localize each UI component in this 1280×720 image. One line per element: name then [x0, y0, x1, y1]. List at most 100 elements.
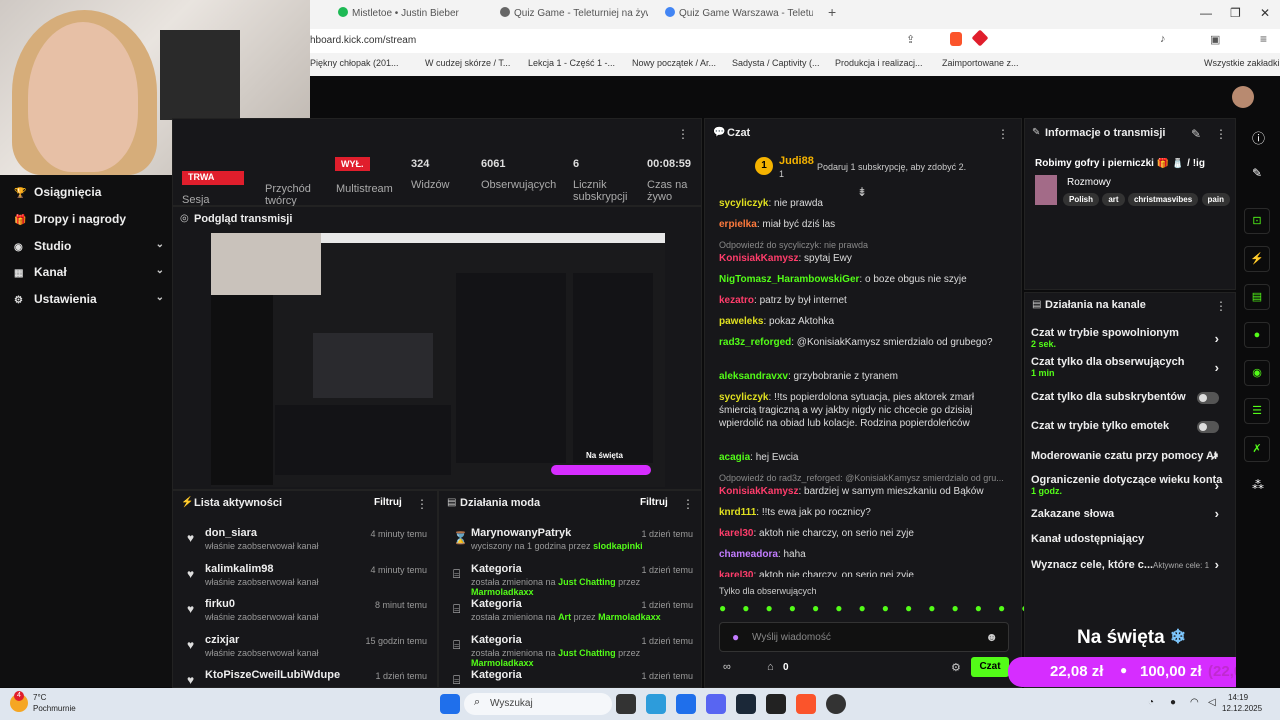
account-age-row[interactable]: Ograniczenie dotyczące wieku konta 1 godz… [1031, 474, 1225, 496]
chat-username[interactable]: NigTomasz_HarambowskiGer [719, 274, 859, 285]
menu-icon[interactable]: ≡ [1260, 32, 1267, 46]
sidebar-item-drops[interactable]: 🎁 Dropy i nagrody [14, 212, 126, 226]
chat-input[interactable]: ● Wyślij wiadomość ☻ [719, 622, 1009, 652]
slow-mode-row[interactable]: Czat w trybie spowolnionym 2 sek. › [1031, 327, 1225, 349]
share-icon[interactable]: ⇪ [906, 33, 915, 46]
network-icon[interactable]: ◔ [1148, 697, 1154, 708]
lightning-icon[interactable]: ⚡ [1244, 246, 1270, 272]
chat-username[interactable]: chameadora [719, 549, 778, 560]
chat-username[interactable]: KonisiakKamysz [719, 486, 798, 497]
edit-icon[interactable]: ✎ [1252, 166, 1262, 180]
broadcast-icon[interactable]: ◉ [1244, 360, 1270, 386]
new-tab-button[interactable]: + [828, 4, 842, 20]
app-icon[interactable] [766, 694, 786, 714]
emote-bar[interactable]: ●●●●●●●●●●●●●● [719, 601, 1028, 619]
browser-tab[interactable]: Quiz Game - Teleturniej na żywo! [500, 7, 648, 19]
tag[interactable]: christmasvibes [1127, 193, 1199, 206]
brave-shield-icon[interactable] [950, 32, 962, 46]
chat-username[interactable]: paweleks [719, 316, 763, 327]
apps-icon[interactable]: ⁂ [1252, 478, 1264, 492]
reply-context[interactable]: Odpowiedź do sycyliczyk: nie prawda [719, 239, 1011, 252]
bookmark-folder[interactable]: Zaimportowane z... [942, 58, 1019, 68]
mic-tray-icon[interactable]: ● [1170, 697, 1176, 708]
chat-username[interactable]: rad3z_reforged [719, 337, 791, 348]
browser-tab[interactable]: Quiz Game Warszawa - Teleturniej na [665, 7, 813, 19]
browser-tab[interactable]: Mistletoe • Justin Bieber [338, 7, 486, 19]
chat-username[interactable]: karel30 [719, 528, 753, 539]
volume-icon[interactable]: ◁ [1208, 697, 1216, 708]
store-icon[interactable] [676, 694, 696, 714]
bookmark[interactable]: Sadysta / Captivity (... [732, 58, 820, 68]
subscribers-only-row[interactable]: Czat tylko dla subskrybentów [1031, 391, 1225, 404]
all-bookmarks[interactable]: Wszystkie zakładki [1204, 58, 1280, 68]
sidebar-item-channel[interactable]: ▦ Kanał ⌄ [14, 265, 164, 279]
task-view-icon[interactable] [616, 694, 636, 714]
more-icon[interactable]: ⋮ [1215, 299, 1227, 313]
windows-start-icon[interactable] [440, 694, 460, 714]
bookmark[interactable]: Piękny chłopak (201... [310, 58, 399, 68]
tag[interactable]: art [1102, 193, 1125, 206]
minimize-button[interactable]: — [1200, 6, 1212, 20]
avatar[interactable] [1232, 86, 1254, 108]
banned-words-row[interactable]: Zakazane słowa › [1031, 506, 1225, 521]
chat-username[interactable]: aleksandravxv [719, 371, 788, 382]
host-channel-row[interactable]: Kanał udostępniający [1031, 533, 1225, 545]
preview-video[interactable]: Na święta [211, 233, 665, 487]
chat-settings-icon[interactable]: ⚙ [951, 661, 961, 674]
more-icon[interactable]: ⋮ [416, 497, 428, 511]
activity-filter-button[interactable]: Filtruj [374, 497, 402, 508]
bookmark[interactable]: Nowy początek / Ar... [632, 58, 716, 68]
chat-username[interactable]: kezatro [719, 295, 754, 306]
address-bar[interactable]: hboard.kick.com/stream ⇪ ♪ ▣ ≡ [310, 29, 1280, 53]
gift-prompt[interactable]: Podaruj 1 subskrypcję, aby zdobyć 2. [817, 162, 966, 172]
subscribers-only-toggle[interactable] [1197, 392, 1219, 404]
info-icon[interactable]: ⓘ [1252, 128, 1265, 147]
taskbar-search[interactable]: ⌕ Wyszukaj [464, 693, 612, 715]
sidebar-item-achievements[interactable]: 🏆 Osiągnięcia [14, 185, 101, 199]
chat-username[interactable]: knrd111 [719, 507, 756, 518]
bookmark[interactable]: W cudzej skórze / T... [425, 58, 510, 68]
category-name[interactable]: Rozmowy [1067, 177, 1111, 188]
followers-only-row[interactable]: Czat tylko dla obserwujących 1 min › [1031, 356, 1225, 378]
brave-icon[interactable] [796, 694, 816, 714]
chat-bubble-icon[interactable]: ● [1244, 322, 1270, 348]
chat-username[interactable]: sycyliczyk [719, 198, 769, 209]
top-gifter-name[interactable]: Judi88 [779, 155, 814, 167]
edit-icon[interactable]: ✎ [1191, 127, 1201, 141]
chat-username[interactable]: karel30 [719, 570, 753, 577]
chat-username[interactable]: acagia [719, 452, 750, 463]
bookmark[interactable]: Lekcja 1 - Część 1 -... [528, 58, 615, 68]
layout-icon[interactable]: ☰ [1244, 398, 1270, 424]
more-icon[interactable]: ⋮ [1215, 127, 1227, 141]
goals-row[interactable]: Wyznacz cele, które c... Aktywne cele: 1 › [1031, 557, 1225, 572]
sidebar-item-settings[interactable]: ⚙ Ustawienia ⌄ [14, 292, 164, 306]
ai-moderation-row[interactable]: Moderowanie czatu przy pomocy AI ↗ [1031, 450, 1225, 463]
chat-username[interactable]: erpielka [719, 219, 757, 230]
emoji-icon[interactable]: ☻ [985, 630, 998, 644]
bookmark[interactable]: Produkcja i realizacj... [835, 58, 923, 68]
obs-icon[interactable] [826, 694, 846, 714]
gift-icon[interactable]: ⌂ [767, 661, 774, 673]
more-icon[interactable]: ⋮ [682, 497, 694, 511]
tag[interactable]: pain [1201, 193, 1230, 206]
emote-only-toggle[interactable] [1197, 421, 1219, 433]
close-window-button[interactable]: ✕ [1260, 6, 1270, 20]
more-icon[interactable]: ⋮ [677, 127, 689, 141]
send-button[interactable]: Czat [971, 657, 1009, 677]
music-icon[interactable]: ♪ [1160, 33, 1166, 45]
wrench-icon[interactable]: ✗ [1244, 436, 1270, 462]
sidebar-item-studio[interactable]: ◉ Studio ⌄ [14, 239, 164, 253]
chat-username[interactable]: KonisiakKamysz [719, 253, 798, 264]
wallet-icon[interactable]: ▣ [1210, 33, 1220, 46]
wifi-icon[interactable]: ◠ [1190, 697, 1199, 708]
reply-context[interactable]: Odpowiedź do rad3z_reforged: @KonisiakKa… [719, 472, 1011, 485]
mod-filter-button[interactable]: Filtruj [640, 497, 668, 508]
brave-rewards-icon[interactable] [971, 29, 989, 47]
steam-icon[interactable] [736, 694, 756, 714]
clip-icon[interactable]: ⊡ [1244, 208, 1270, 234]
tag[interactable]: Polish [1063, 193, 1100, 206]
chat-username[interactable]: sycyliczyk [719, 392, 769, 403]
emote-only-row[interactable]: Czat w trybie tylko emotek [1031, 420, 1225, 433]
maximize-button[interactable]: ❐ [1230, 6, 1241, 20]
document-icon[interactable]: ▤ [1244, 284, 1270, 310]
